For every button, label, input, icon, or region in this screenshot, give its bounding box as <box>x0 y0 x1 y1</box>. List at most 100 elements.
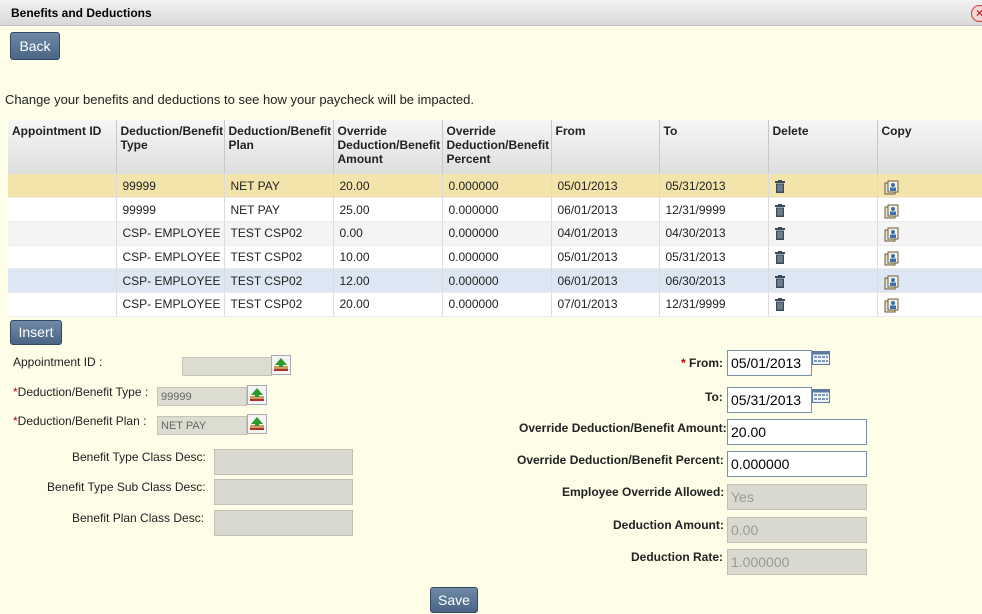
trash-icon[interactable] <box>774 274 785 288</box>
trash-icon[interactable] <box>774 179 785 193</box>
save-button[interactable]: Save <box>430 587 478 613</box>
cell-to: 04/30/2013 <box>659 221 769 246</box>
copy-record-icon[interactable] <box>884 298 900 313</box>
cell-type: CSP- EMPLOYEE <box>116 268 225 293</box>
copy-record-icon[interactable] <box>884 227 900 242</box>
deduction-amount-label: Deduction Amount: <box>613 518 724 532</box>
cell-percent: 0.000000 <box>442 197 552 222</box>
cell-copy <box>877 292 982 317</box>
lookup-icon[interactable] <box>271 355 291 375</box>
cell-appointment-id <box>8 221 117 246</box>
cell-plan: NET PAY <box>224 197 334 222</box>
calendar-icon[interactable] <box>812 389 830 403</box>
cell-plan: NET PAY <box>224 174 334 199</box>
insert-button[interactable]: Insert <box>10 320 62 345</box>
col-override-percent[interactable]: Override Deduction/Benefit Percent <box>442 120 552 174</box>
benefit-type-sub-class-label: Benefit Type Sub Class Desc: <box>47 480 206 494</box>
cell-delete <box>768 197 878 222</box>
cell-type: CSP- EMPLOYEE <box>116 292 225 317</box>
cell-from: 05/01/2013 <box>551 245 660 270</box>
table-row[interactable]: 99999 NET PAY 25.00 0.000000 06/01/2013 12/31… <box>8 197 982 222</box>
col-copy: Copy <box>877 120 982 174</box>
col-override-amount[interactable]: Override Deduction/Benefit Amount <box>333 120 443 174</box>
cell-delete <box>768 292 878 317</box>
cell-delete <box>768 174 878 199</box>
from-label: * From: <box>681 356 723 370</box>
cell-from: 06/01/2013 <box>551 197 660 222</box>
trash-icon[interactable] <box>774 250 785 264</box>
cell-to: 05/31/2013 <box>659 174 769 199</box>
deduction-amount-field: 0.00 <box>727 517 867 543</box>
table-row[interactable]: CSP- EMPLOYEE TEST CSP02 20.00 0.000000 07/0… <box>8 292 982 317</box>
cell-delete <box>768 221 878 246</box>
plan-label-text: Deduction/Benefit Plan : <box>17 414 147 428</box>
to-date-input[interactable]: 05/31/2013 <box>727 387 812 413</box>
cell-plan: TEST CSP02 <box>224 268 334 293</box>
cell-copy <box>877 245 982 270</box>
copy-record-icon[interactable] <box>884 275 900 290</box>
cell-plan: TEST CSP02 <box>224 292 334 317</box>
table-row[interactable]: CSP- EMPLOYEE TEST CSP02 0.00 0.000000 04/01… <box>8 221 982 246</box>
benefit-type-class-field <box>214 449 353 475</box>
cell-amount: 20.00 <box>333 174 443 199</box>
col-to[interactable]: To <box>659 120 769 174</box>
cell-amount: 10.00 <box>333 245 443 270</box>
col-plan[interactable]: Deduction/Benefit Plan <box>224 120 334 174</box>
col-from[interactable]: From <box>551 120 660 174</box>
appointment-id-label: Appointment ID : <box>13 355 103 369</box>
benefit-plan-class-field <box>214 510 353 536</box>
from-date-input[interactable]: 05/01/2013 <box>727 350 812 376</box>
trash-icon[interactable] <box>774 203 785 217</box>
cell-copy <box>877 221 982 246</box>
cell-to: 06/30/2013 <box>659 268 769 293</box>
col-appointment-id[interactable]: Appointment ID <box>8 120 117 174</box>
required-mark: * <box>681 356 686 370</box>
close-icon[interactable]: × <box>971 5 982 22</box>
cell-copy <box>877 268 982 293</box>
cell-type: 99999 <box>116 197 225 222</box>
from-label-text: From: <box>689 356 724 370</box>
benefit-plan-class-label: Benefit Plan Class Desc: <box>72 511 205 525</box>
type-label: *Deduction/Benefit Type : <box>13 385 148 399</box>
plan-field: NET PAY <box>157 416 247 435</box>
override-amount-label: Override Deduction/Benefit Amount: <box>519 421 727 435</box>
appointment-id-field <box>182 357 272 376</box>
table-row[interactable]: CSP- EMPLOYEE TEST CSP02 10.00 0.000000 05/0… <box>8 245 982 270</box>
benefit-type-class-label: Benefit Type Class Desc: <box>72 450 206 464</box>
deductions-table: Appointment ID Deduction/Benefit Type De… <box>8 120 982 317</box>
cell-appointment-id <box>8 174 117 199</box>
table-header-row: Appointment ID Deduction/Benefit Type De… <box>8 120 982 174</box>
trash-icon[interactable] <box>774 227 785 241</box>
copy-record-icon[interactable] <box>884 251 900 266</box>
trash-icon[interactable] <box>774 298 785 312</box>
cell-to: 12/31/9999 <box>659 197 769 222</box>
type-field: 99999 <box>157 387 247 406</box>
table-row[interactable]: CSP- EMPLOYEE TEST CSP02 12.00 0.000000 06/0… <box>8 268 982 293</box>
copy-record-icon[interactable] <box>884 204 900 219</box>
override-amount-input[interactable]: 20.00 <box>727 419 867 445</box>
benefit-type-sub-class-field <box>214 479 353 505</box>
cell-appointment-id <box>8 245 117 270</box>
cell-delete <box>768 268 878 293</box>
cell-type: CSP- EMPLOYEE <box>116 221 225 246</box>
table-row[interactable]: 99999 NET PAY 20.00 0.000000 05/01/2013 05/31… <box>8 174 982 199</box>
to-label: To: <box>705 390 723 404</box>
cell-amount: 25.00 <box>333 197 443 222</box>
cell-percent: 0.000000 <box>442 174 552 199</box>
col-type[interactable]: Deduction/Benefit Type <box>116 120 225 174</box>
calendar-icon[interactable] <box>812 351 830 365</box>
type-lookup-icon[interactable] <box>247 385 267 405</box>
override-percent-input[interactable]: 0.000000 <box>727 451 867 477</box>
plan-label: *Deduction/Benefit Plan : <box>13 414 146 428</box>
plan-lookup-icon[interactable] <box>247 414 267 434</box>
cell-plan: TEST CSP02 <box>224 221 334 246</box>
cell-from: 07/01/2013 <box>551 292 660 317</box>
back-button[interactable]: Back <box>10 32 60 60</box>
cell-appointment-id <box>8 292 117 317</box>
copy-record-icon[interactable] <box>884 180 900 195</box>
cell-to: 05/31/2013 <box>659 245 769 270</box>
window-title: Benefits and Deductions <box>11 6 152 20</box>
intro-text: Change your benefits and deductions to s… <box>5 92 475 107</box>
deduction-rate-field: 1.000000 <box>727 549 867 575</box>
cell-from: 06/01/2013 <box>551 268 660 293</box>
